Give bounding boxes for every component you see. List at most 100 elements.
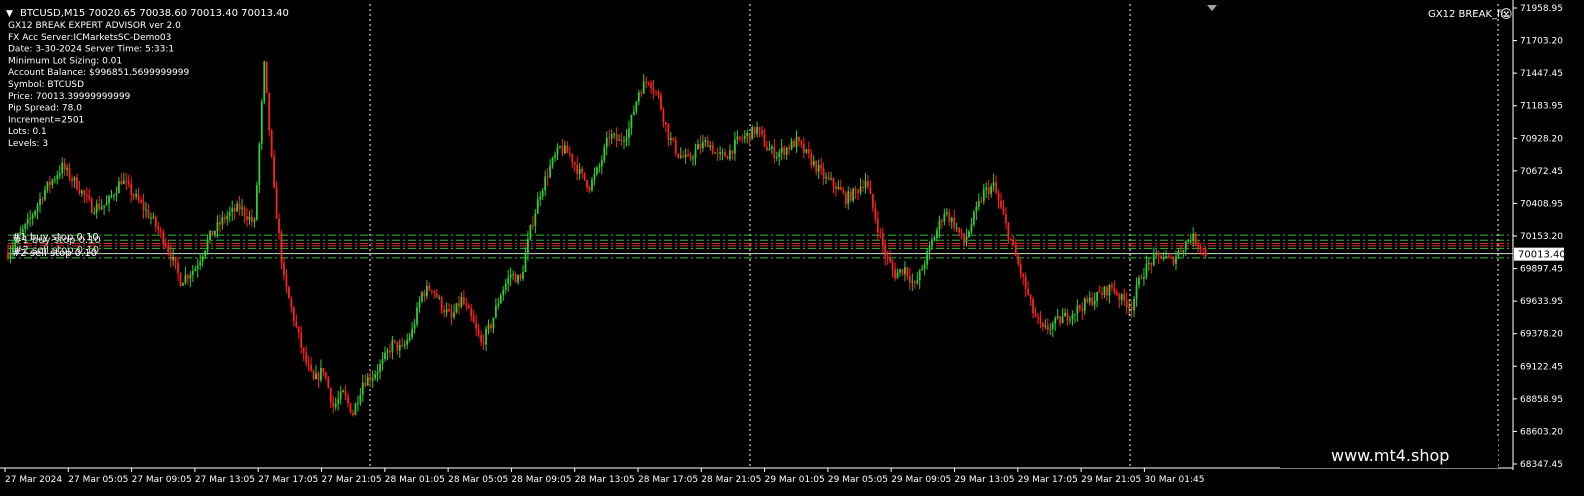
candle-body <box>613 134 616 136</box>
candle-body <box>448 309 450 312</box>
candle-body <box>896 272 899 279</box>
candle-body <box>539 196 542 200</box>
candle-body <box>223 217 226 220</box>
candle-body <box>280 232 283 263</box>
candle-body <box>758 127 761 130</box>
candle-body <box>581 168 584 173</box>
candle-body <box>916 280 919 283</box>
candle-body <box>1081 308 1084 311</box>
mt4-chart[interactable]: ▼ BTCUSD,M15 70020.65 70038.60 70013.40 … <box>0 0 1584 496</box>
advisor-info-line: GX12 BREAK EXPERT ADVISOR ver 2.0 <box>8 21 181 31</box>
candle-body <box>450 311 453 318</box>
candle-body <box>549 165 551 178</box>
candle-body <box>344 390 347 397</box>
candle-body <box>413 324 416 329</box>
price-tick-label: 71703.20 <box>1520 37 1563 47</box>
symbol-menu-icon[interactable]: ▼ <box>6 9 13 19</box>
candle-body <box>243 207 246 217</box>
candle-body <box>736 136 739 140</box>
candle-body <box>615 134 618 141</box>
advisor-info-line: Increment=2501 <box>8 115 84 125</box>
candle-body <box>472 315 475 323</box>
price-axis-ticks: 71958.95 71703.20 71447.45 71183.95 70928.20… <box>1513 4 1563 470</box>
candle-body <box>1056 316 1059 318</box>
candle-body <box>1202 248 1204 250</box>
advisor-info-line: Symbol: BTCUSD <box>8 80 84 90</box>
candle-body <box>430 290 433 292</box>
candle-body <box>901 269 904 275</box>
candle-body <box>24 223 27 229</box>
candle-body <box>948 212 951 222</box>
candle-body <box>689 155 692 159</box>
candle-body <box>839 186 842 191</box>
advisor-info-line: FX Acc Server:ICMarketsSC-Demo03 <box>8 33 171 43</box>
candle-body <box>376 371 379 375</box>
time-tick-label: 27 Mar 13:05 <box>195 475 255 485</box>
candle-body <box>544 176 547 191</box>
candle-body <box>847 191 850 204</box>
candle-body <box>416 307 418 325</box>
price-tick-label: 69122.45 <box>1520 362 1563 372</box>
candle-body <box>859 186 862 193</box>
candle-body <box>196 265 199 270</box>
candle-body <box>393 340 396 342</box>
candle-body <box>600 160 603 167</box>
candle-body <box>191 270 194 276</box>
candle-body <box>852 188 855 201</box>
candle-body <box>862 186 864 188</box>
candle-body <box>763 134 766 147</box>
candle-body <box>1093 300 1096 305</box>
candle-body <box>768 148 771 151</box>
candle-body <box>573 162 576 165</box>
candle-body <box>871 194 874 208</box>
candle-body <box>605 137 608 148</box>
advisor-info-line: Levels: 3 <box>8 139 48 149</box>
time-tick-label: 28 Mar 13:05 <box>575 475 635 485</box>
candle-body <box>1066 312 1069 321</box>
candle-body <box>761 129 763 135</box>
candle-body <box>216 222 219 232</box>
candle-body <box>1133 298 1135 311</box>
candle-body <box>485 328 487 345</box>
candle-body <box>295 321 298 327</box>
smiley-icon[interactable]: ☺ <box>1500 7 1513 21</box>
candle-body <box>1152 254 1155 266</box>
candle-body <box>1157 253 1160 256</box>
candle-body <box>283 262 285 276</box>
candle-body <box>228 212 231 216</box>
candle-body <box>684 154 687 158</box>
candle-body <box>255 185 258 220</box>
candle-body <box>1078 305 1081 309</box>
candle-body <box>1155 253 1158 255</box>
candle-body <box>832 178 835 186</box>
candle-body <box>1147 263 1150 265</box>
candle-body <box>891 262 894 270</box>
advisor-info-line: Date: 3-30-2024 Server Time: 5:33:1 <box>8 45 174 55</box>
candle-body <box>1071 314 1074 320</box>
candle-body <box>260 101 263 144</box>
candle-body <box>527 239 529 254</box>
candle-body <box>751 126 754 140</box>
candle-body <box>650 82 653 89</box>
candle-body <box>741 138 744 140</box>
candle-body <box>780 147 783 153</box>
candle-body <box>1064 312 1066 317</box>
candle-body <box>1182 250 1185 252</box>
candle-body <box>127 181 130 184</box>
price-tick-label: 69897.45 <box>1520 265 1563 275</box>
candle-body <box>88 195 91 199</box>
candle-body <box>642 81 645 94</box>
candle-body <box>1135 285 1138 299</box>
candle-body <box>645 81 648 83</box>
candle-body <box>1165 256 1168 259</box>
candle-body <box>81 190 83 194</box>
candle-body <box>965 237 968 243</box>
candle-body <box>379 363 381 372</box>
price-axis: 71958.95 71703.20 71447.45 71183.95 70928.20… <box>1512 0 1563 470</box>
candle-body <box>425 285 428 296</box>
candle-body <box>921 268 924 271</box>
time-tick-label: 29 Mar 13:05 <box>955 475 1015 485</box>
candle-body <box>551 157 554 166</box>
price-tick-label: 68603.20 <box>1520 427 1563 437</box>
candle-body <box>1059 316 1062 324</box>
